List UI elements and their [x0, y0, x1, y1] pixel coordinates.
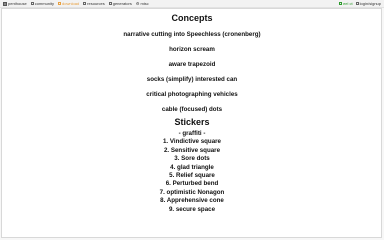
concept-item: critical photographing vehicles [146, 91, 238, 98]
nav-item-resources[interactable]: resources [83, 0, 105, 7]
nav-label-status: eel ct [343, 1, 353, 6]
concept-item: aware trapezoid [168, 61, 216, 68]
square-icon [355, 2, 359, 5]
sticker-item: 8. Apprehensive cone [160, 197, 224, 205]
nav-right-group: eel ct login/signup [339, 0, 381, 7]
concepts-heading: Concepts [171, 13, 213, 23]
nav-label-generators: generators [112, 1, 132, 6]
nav-item-download[interactable]: download [58, 0, 79, 7]
concept-item: cable (focused) dots [161, 106, 223, 113]
stickers-intro: - graffiti - [178, 130, 206, 137]
top-nav-bar: penthouse community download resources g… [0, 0, 384, 8]
sticker-item: 1. Vindictive square [162, 138, 221, 146]
nav-item-status[interactable]: eel ct [339, 0, 353, 7]
sticker-item: 6. Perturbed bend [165, 180, 219, 188]
nav-item-community[interactable]: community [30, 0, 55, 7]
sticker-item: 2. Sensitive square [163, 146, 221, 154]
square-icon [339, 2, 343, 5]
nav-label-community: community [34, 1, 55, 6]
sticker-item: 7. optimistic Nonagon [159, 188, 225, 196]
nav-item-misc[interactable]: ⚙ misc [136, 0, 149, 7]
concept-item: socks (simplify) interested can [146, 76, 238, 83]
stickers-heading: Stickers [174, 117, 210, 127]
logo-icon [3, 1, 7, 6]
gear-icon: ⚙ [135, 1, 140, 6]
nav-item-generators[interactable]: generators [108, 0, 132, 7]
concept-item: narrative cutting into Speechless (crone… [123, 31, 261, 38]
nav-item-penthouse[interactable]: penthouse [3, 0, 27, 7]
sticker-item: 9. secure space [168, 205, 216, 213]
sticker-item: 3. Sore dots [174, 155, 210, 163]
square-icon [108, 2, 112, 5]
square-icon [30, 2, 34, 5]
sticker-item: 4. glad triangle [170, 163, 214, 171]
nav-label-misc: misc [140, 1, 149, 6]
nav-label-download: download [62, 1, 80, 6]
square-icon [58, 2, 62, 5]
sticker-item: 5. Relief square [169, 172, 215, 180]
nav-label-login: login/signup [359, 1, 381, 6]
square-icon [83, 2, 87, 5]
nav-left-group: penthouse community download resources g… [3, 0, 149, 7]
concept-item: horizon scream [169, 46, 215, 53]
nav-item-login[interactable]: login/signup [355, 0, 381, 7]
main-content: Concepts narrative cutting into Speechle… [0, 8, 384, 214]
nav-label-penthouse: penthouse [8, 1, 27, 6]
nav-label-resources: resources [87, 1, 105, 6]
